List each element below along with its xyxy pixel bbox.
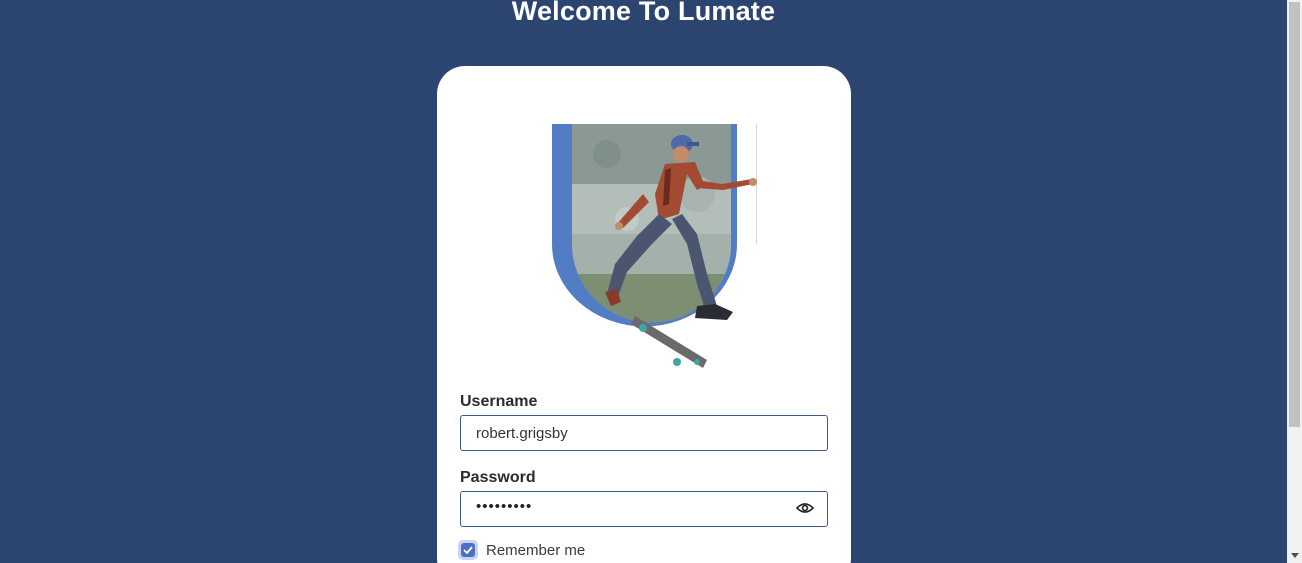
show-password-button[interactable]: [793, 499, 817, 517]
vertical-scrollbar[interactable]: [1287, 0, 1302, 563]
scrollbar-thumb[interactable]: [1289, 2, 1300, 427]
scroll-down-button[interactable]: [1287, 548, 1302, 563]
eye-icon: [796, 503, 814, 513]
password-input[interactable]: [460, 491, 828, 527]
remember-me-label: Remember me: [486, 541, 586, 559]
chevron-down-icon: [1290, 553, 1299, 558]
check-icon: [463, 546, 473, 554]
remember-me-checkbox[interactable]: [458, 540, 478, 560]
password-label: Password: [460, 469, 536, 486]
username-label: Username: [460, 393, 538, 410]
username-input[interactable]: [460, 415, 828, 451]
login-card: Username Password ••••••••• Remember me: [437, 66, 851, 563]
hero-illustration: [552, 124, 757, 368]
page-title: Welcome To Lumate: [511, 0, 776, 26]
remember-me-option[interactable]: Remember me: [458, 540, 585, 560]
